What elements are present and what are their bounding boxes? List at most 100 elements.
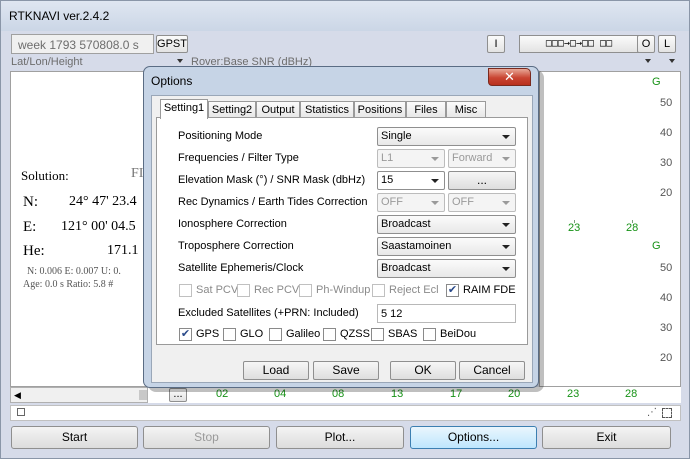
chevron-down-icon <box>502 135 510 139</box>
tab-setting2[interactable]: Setting2 <box>208 101 256 118</box>
glo-label: GLO <box>240 328 264 340</box>
reject-ecl-checkbox[interactable]: Reject Ecl <box>372 284 439 298</box>
excluded-sats-label: Excluded Satellites (+PRN: Included) <box>178 307 359 319</box>
ph-windup-checkbox[interactable]: Ph-Windup <box>299 284 370 298</box>
glo-checkbox[interactable]: GLO <box>223 328 263 342</box>
sbas-checkbox[interactable]: SBAS <box>371 328 417 342</box>
snr-mask-button[interactable]: ... <box>448 171 516 190</box>
earth-tides-select[interactable]: OFF <box>448 193 516 212</box>
ph-windup-label: Ph-Windup <box>316 284 371 296</box>
frequencies-label: Frequencies / Filter Type <box>178 152 299 164</box>
checkbox-icon <box>223 328 236 341</box>
axis-tick: 40 <box>660 127 673 139</box>
beidou-label: BeiDou <box>440 328 477 340</box>
chevron-down-icon <box>502 157 510 161</box>
stop-button[interactable]: Stop <box>143 426 270 449</box>
axis-tick: 20 <box>660 187 673 199</box>
troposphere-select[interactable]: Saastamoinen <box>377 237 516 256</box>
raim-fde-label: RAIM FDE <box>463 284 516 296</box>
lon-value: 121° 00' 04.5 <box>61 219 136 234</box>
solution-format-value: Lat/Lon/Height <box>11 56 83 68</box>
start-button[interactable]: Start <box>11 426 138 449</box>
filter-type-select[interactable]: Forward <box>448 149 516 168</box>
horizontal-scrollbar[interactable]: ◀ <box>10 387 148 403</box>
options-button[interactable]: Options... <box>410 426 537 449</box>
checkbox-icon[interactable] <box>17 408 25 416</box>
raim-fde-checkbox[interactable]: ✔ RAIM FDE <box>446 284 516 298</box>
chevron-down-icon <box>669 59 675 63</box>
gps-label: GPS <box>196 328 220 340</box>
ok-button[interactable]: OK <box>390 361 456 380</box>
sbas-label: SBAS <box>388 328 418 340</box>
elevation-mask-value: 15 <box>381 174 394 186</box>
chevron-down-icon <box>502 223 510 227</box>
checkbox-icon <box>237 284 250 297</box>
message-bar: ⋰ <box>10 405 681 421</box>
scroll-left-icon[interactable]: ◀ <box>14 390 21 401</box>
elevation-mask-label: Elevation Mask (°) / SNR Mask (dbHz) <box>178 174 366 186</box>
positioning-mode-select[interactable]: Single <box>377 127 516 146</box>
ionosphere-select[interactable]: Broadcast <box>377 215 516 234</box>
sat-label: 28 <box>626 222 639 234</box>
tab-positions[interactable]: Positions <box>354 101 406 118</box>
rec-pcv-checkbox[interactable]: Rec PCV <box>237 284 299 298</box>
tab-misc[interactable]: Misc <box>446 101 486 118</box>
exit-button[interactable]: Exit <box>542 426 671 449</box>
cancel-button[interactable]: Cancel <box>459 361 525 380</box>
tab-statistics[interactable]: Statistics <box>300 101 354 118</box>
ephemeris-select[interactable]: Broadcast <box>377 259 516 278</box>
title-bar: RTKNAVI ver.2.4.2 <box>1 1 689 31</box>
options-dialog: Options ✕ Setting1 Setting2 Output Stati… <box>143 66 539 388</box>
excluded-sats-input[interactable]: 5 12 <box>377 304 516 323</box>
sat-label: 23 <box>567 388 580 400</box>
solution-status: FI <box>131 166 144 181</box>
checkmark-icon: ✔ <box>179 328 192 341</box>
tab-output[interactable]: Output <box>256 101 300 118</box>
log-streams-button[interactable]: L <box>658 35 676 53</box>
scroll-thumb[interactable] <box>139 390 147 400</box>
frequencies-select[interactable]: L1 <box>377 149 445 168</box>
tab-files[interactable]: Files <box>406 101 446 118</box>
std-dev-line: N: 0.006 E: 0.007 U: 0. <box>27 266 121 277</box>
beidou-checkbox[interactable]: BeiDou <box>423 328 476 342</box>
galileo-checkbox[interactable]: Galileo <box>269 328 320 342</box>
status-toolbar: week 1793 570808.0 s GPST I □□□→□→□□ □□ … <box>11 34 681 54</box>
axis-tick: 40 <box>660 292 673 304</box>
reject-ecl-label: Reject Ecl <box>389 284 439 296</box>
checkbox-icon <box>371 328 384 341</box>
chevron-down-icon <box>431 201 439 205</box>
plot-option-select[interactable] <box>657 56 677 71</box>
elevation-mask-select[interactable]: 15 <box>377 171 445 190</box>
earth-tides-value: OFF <box>452 196 474 208</box>
output-streams-button[interactable]: O <box>637 35 655 53</box>
close-button[interactable]: ✕ <box>488 68 531 86</box>
load-button[interactable]: Load <box>243 361 309 380</box>
system-label-top: G <box>652 76 661 88</box>
ephemeris-value: Broadcast <box>381 262 431 274</box>
axis-tick: 30 <box>660 157 673 169</box>
checkbox-icon <box>372 284 385 297</box>
gps-time-display: week 1793 570808.0 s <box>11 34 154 54</box>
sat-pcv-checkbox[interactable]: Sat PCV <box>179 284 238 298</box>
input-streams-button[interactable]: I <box>487 35 505 53</box>
qzss-checkbox[interactable]: QZSS <box>323 328 370 342</box>
ionosphere-value: Broadcast <box>381 218 431 230</box>
frequencies-value: L1 <box>381 152 394 164</box>
rec-dynamics-select[interactable]: OFF <box>377 193 445 212</box>
chevron-down-icon <box>177 59 183 63</box>
sat-pcv-label: Sat PCV <box>196 284 239 296</box>
save-button[interactable]: Save <box>313 361 379 380</box>
axis-tick: 30 <box>660 322 673 334</box>
rec-dynamics-label: Rec Dynamics / Earth Tides Correction <box>178 196 368 208</box>
panel-toggle-icon[interactable] <box>662 408 672 418</box>
height-label: He: <box>23 243 45 259</box>
resize-grip-icon: ⋰ <box>647 407 657 418</box>
plot-button[interactable]: Plot... <box>276 426 404 449</box>
tab-setting1[interactable]: Setting1 <box>160 99 208 119</box>
axis-tick: 20 <box>660 352 673 364</box>
system-label-bottom: G <box>652 240 661 252</box>
time-system-button[interactable]: GPST <box>156 35 188 53</box>
gps-checkbox[interactable]: ✔ GPS <box>179 328 219 342</box>
age-ratio-line: Age: 0.0 s Ratio: 5.8 # <box>23 279 114 290</box>
galileo-label: Galileo <box>286 328 321 340</box>
